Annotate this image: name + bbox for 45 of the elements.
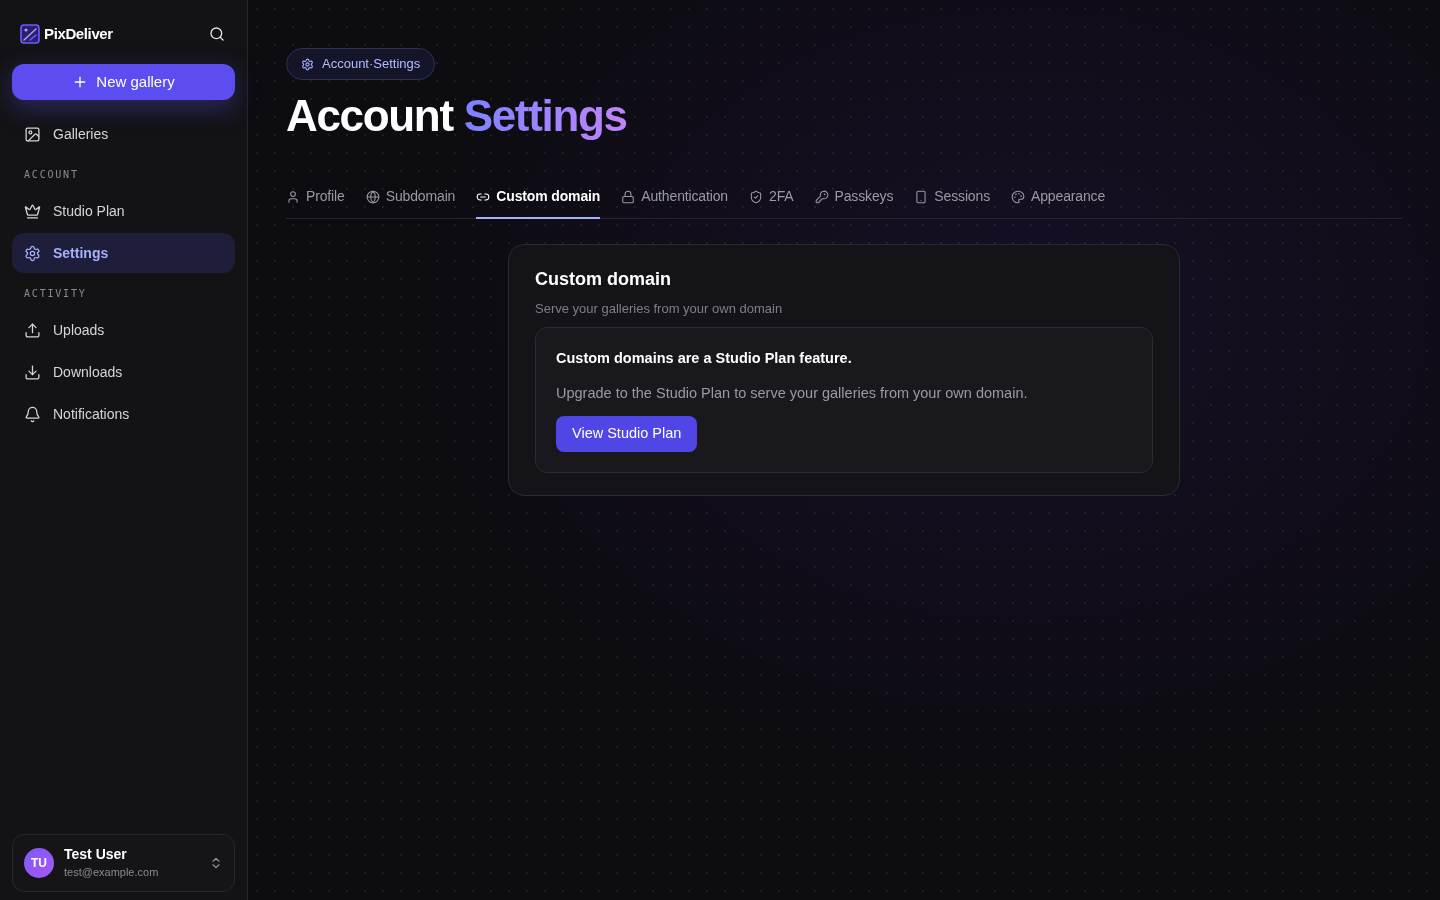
tab[interactable]: Authentication: [621, 187, 729, 220]
tab[interactable]: Appearance: [1011, 187, 1106, 220]
sidebar-item[interactable]: Settings: [12, 233, 235, 273]
logo-icon: [20, 24, 40, 44]
tab[interactable]: Profile: [286, 187, 345, 220]
brand-name: PixDeliver: [44, 23, 113, 44]
sidebar-item[interactable]: Studio Plan: [12, 191, 235, 231]
phone-icon: [914, 189, 929, 204]
user-card[interactable]: TU Test User test@example.com: [12, 834, 235, 892]
card-subtitle: Serve your galleries from your own domain: [535, 299, 784, 318]
globe-icon: [365, 189, 380, 204]
tab[interactable]: Subdomain: [365, 187, 456, 220]
notice-heading: Custom domains are a Studio Plan feature.: [556, 349, 853, 369]
person-icon: [286, 189, 300, 204]
palette-icon: [1011, 189, 1025, 204]
sidebar-item[interactable]: Downloads: [12, 352, 235, 392]
search-icon: [209, 26, 225, 42]
upload-icon: [24, 321, 41, 339]
avatar: TU: [24, 848, 54, 878]
download-icon: [24, 363, 41, 381]
settings-icon: [24, 244, 41, 262]
key-icon: [814, 189, 829, 204]
view-plan-button[interactable]: View Studio Plan: [556, 415, 698, 452]
bell-icon: [24, 405, 41, 423]
sidebar-item[interactable]: Notifications: [12, 394, 235, 434]
notice-body: Upgrade to the Studio Plan to serve your galleries from your own domain.: [556, 384, 1029, 404]
card-title: Custom domain: [535, 268, 672, 291]
tab[interactable]: 2FA: [749, 187, 794, 220]
image-icon: [24, 125, 41, 143]
page-title: Account Settings: [286, 92, 627, 141]
breadcrumb-text: Account·Settings: [322, 55, 421, 74]
tab[interactable]: Sessions: [914, 187, 990, 220]
new-gallery-button[interactable]: New gallery: [12, 64, 235, 100]
tab[interactable]: Custom domain: [476, 187, 601, 220]
shield-check-icon: [749, 189, 764, 204]
settings-icon: [301, 57, 314, 71]
user-name: Test User: [64, 845, 128, 864]
section-heading: ACTIVITY: [23, 287, 88, 301]
lock-icon: [621, 189, 636, 204]
crown-icon: [24, 202, 41, 220]
section-heading: ACCOUNT: [23, 168, 80, 182]
user-email: test@example.com: [64, 866, 160, 881]
tab[interactable]: Passkeys: [814, 187, 894, 220]
sidebar-item[interactable]: Galleries: [12, 114, 235, 154]
sidebar-item[interactable]: Uploads: [12, 310, 235, 350]
